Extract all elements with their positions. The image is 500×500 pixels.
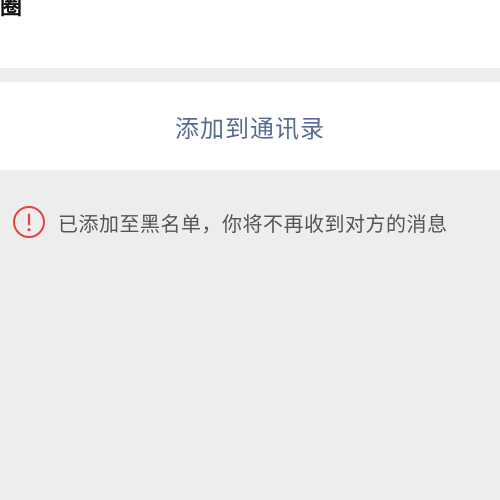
exclamation-circle-icon bbox=[13, 206, 45, 238]
blacklist-notice-text: 已添加至黑名单，你将不再收到对方的消息 bbox=[58, 211, 448, 236]
screen: 圈 添加到通讯录 已添加至黑名单，你将不再收到对方的消息 bbox=[0, 0, 500, 500]
top-section: 圈 bbox=[0, 0, 500, 68]
add-to-contacts-label: 添加到通讯录 bbox=[175, 114, 325, 143]
section-divider bbox=[0, 68, 500, 82]
moments-label[interactable]: 圈 bbox=[0, 0, 22, 22]
blacklist-notice: 已添加至黑名单，你将不再收到对方的消息 bbox=[12, 203, 500, 241]
add-to-contacts-button[interactable]: 添加到通讯录 bbox=[0, 82, 500, 170]
